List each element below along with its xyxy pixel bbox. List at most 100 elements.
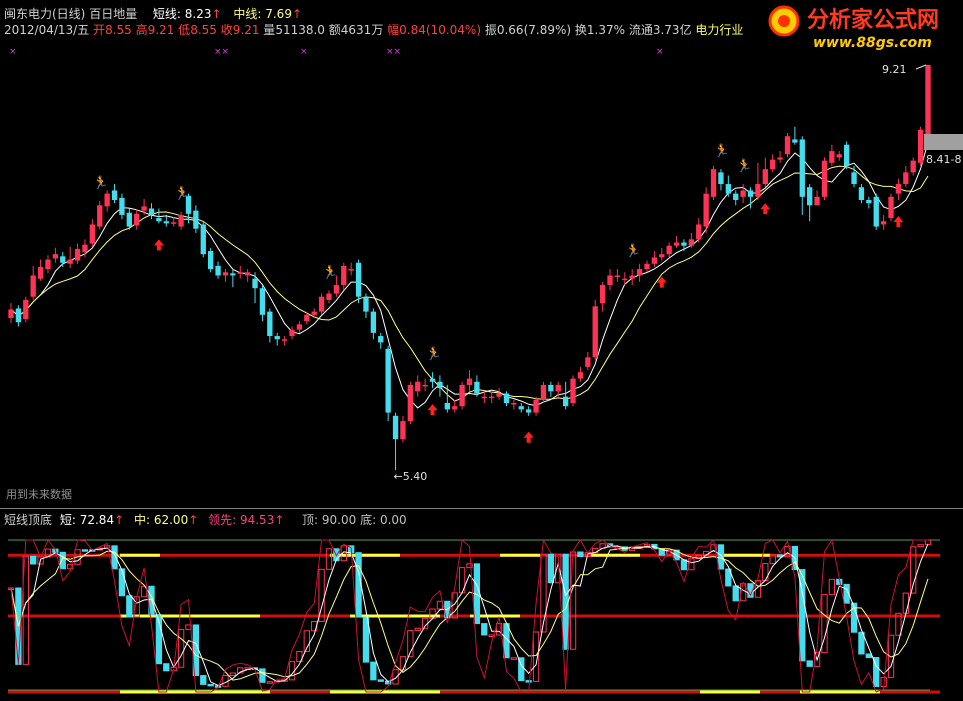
candle-body (429, 378, 436, 382)
candle (843, 141, 850, 170)
cross-marker: × (9, 47, 17, 57)
candle-body (333, 285, 340, 294)
candle-body (215, 265, 221, 276)
candle-body (925, 65, 931, 136)
candle-body (311, 311, 317, 315)
candle (629, 269, 635, 286)
candle-body (74, 248, 81, 261)
candle-body (452, 406, 458, 410)
candle-body (836, 154, 842, 158)
candle-body (422, 384, 428, 387)
candle (363, 293, 369, 318)
indicator-bar (399, 656, 407, 671)
candle (452, 399, 458, 413)
candle-body (119, 197, 125, 215)
candle-body (866, 200, 872, 204)
indicator-bar (732, 585, 739, 602)
candle-body (880, 221, 887, 225)
candle (89, 219, 96, 247)
candle-body (740, 190, 746, 197)
indicator-bar (762, 563, 769, 582)
candle (274, 332, 280, 346)
candle-body (244, 272, 251, 276)
cross-marker: ×× (386, 47, 401, 57)
runner-icon: 🏃 (93, 175, 109, 191)
min-price-label: ←5.40 (394, 470, 428, 483)
candle (740, 184, 746, 204)
candle (30, 265, 36, 300)
candle-body (903, 172, 909, 185)
candle (903, 165, 909, 188)
candle (15, 305, 22, 327)
candle-body (555, 384, 561, 392)
candle (178, 211, 184, 230)
candle-body (104, 193, 110, 207)
future-data-note: 用到未来数据 (6, 487, 72, 501)
candle-body (341, 265, 347, 286)
candle-body (858, 187, 865, 200)
candle (533, 396, 539, 416)
candle-body (30, 275, 36, 297)
candle-body (747, 190, 754, 197)
candle (215, 261, 221, 279)
candle (659, 247, 665, 261)
candle (607, 269, 613, 291)
candle (74, 243, 81, 264)
candle-body (163, 221, 169, 224)
candle-body (134, 213, 140, 226)
candle (200, 221, 206, 258)
candle-body (762, 169, 768, 185)
indicator-bar (59, 551, 66, 570)
candle-body (60, 256, 66, 263)
candle (858, 184, 865, 204)
candle-body (673, 242, 680, 246)
indicator-bar (81, 549, 89, 552)
candle-body (821, 160, 828, 197)
candle-body (8, 309, 14, 318)
candle (326, 290, 332, 304)
candle (370, 308, 377, 340)
candle (244, 269, 251, 282)
candle-body (792, 139, 798, 143)
candle-body (636, 269, 643, 276)
buy-arrow-icon (760, 203, 771, 215)
candle (703, 187, 709, 233)
indicator-bar (510, 657, 518, 660)
candle-body (599, 285, 606, 304)
candle (259, 285, 266, 322)
candle-body (304, 314, 310, 322)
candle (681, 239, 687, 252)
candle-body (577, 372, 584, 379)
candle (807, 184, 813, 222)
candle-body (843, 144, 850, 166)
candle-body (910, 160, 916, 173)
indicator-bars (7, 539, 932, 688)
candle-body (222, 272, 229, 276)
candle (415, 375, 421, 397)
cross-markers: × ×× × ×× × (9, 47, 664, 57)
candle-body (562, 396, 569, 407)
candle-body (873, 196, 879, 227)
chart-window: { "header": { "stock": "闽东电力(日线)", "indi… (0, 0, 963, 701)
candle (755, 162, 761, 200)
candle-body (407, 384, 414, 422)
candle-body (67, 259, 73, 264)
candle-body (392, 415, 399, 440)
indicator-bar (680, 559, 688, 571)
candle-body (89, 224, 96, 244)
candle-body (585, 357, 591, 367)
cross-marker: × (656, 47, 664, 57)
buy-arrow-icon (893, 216, 904, 227)
candle (762, 157, 768, 188)
candle-body (274, 336, 280, 340)
candle-body (171, 222, 177, 224)
indicator-bar (229, 672, 237, 677)
buy-arrow-icon (523, 431, 534, 443)
cross-marker: ×× (214, 47, 229, 57)
candle-body (489, 396, 495, 399)
candle (644, 260, 650, 273)
candle-body (829, 151, 835, 163)
candle (873, 193, 879, 230)
runner-icon: 🏃 (625, 243, 641, 259)
candle-body (296, 324, 303, 330)
